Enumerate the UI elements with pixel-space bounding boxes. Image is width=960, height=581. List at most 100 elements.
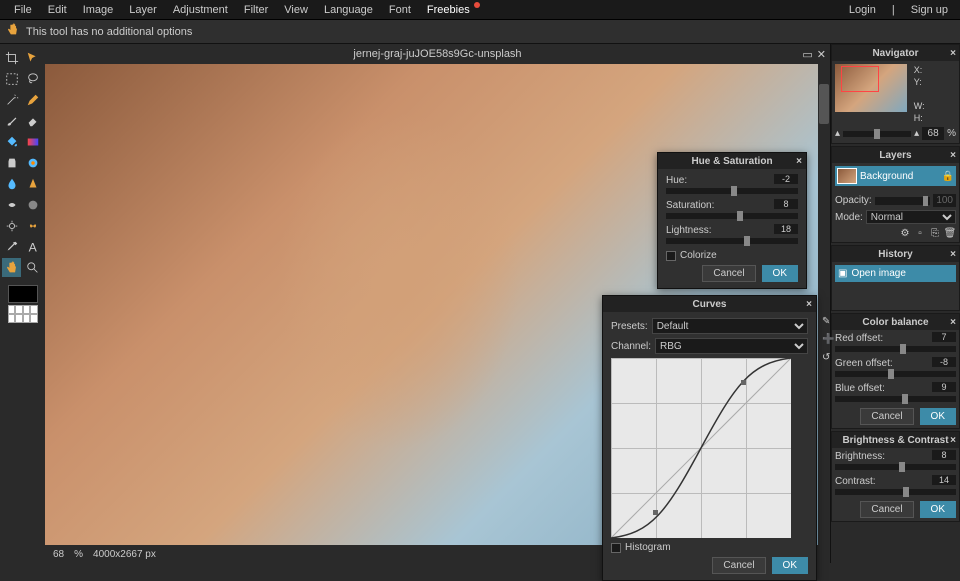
zoom-tool[interactable] xyxy=(23,258,42,277)
layer-name: Background xyxy=(860,171,913,182)
close-icon[interactable]: × xyxy=(950,435,956,446)
curve-add-icon[interactable]: ➕ xyxy=(822,334,834,346)
saturation-slider[interactable] xyxy=(666,213,798,219)
burn-tool[interactable] xyxy=(23,216,42,235)
zoom-slider[interactable] xyxy=(843,131,911,137)
svg-text:A: A xyxy=(28,240,37,254)
zoom-in-icon[interactable]: ▴ xyxy=(914,128,919,139)
contrast-value: 14 xyxy=(932,475,956,485)
signup-link[interactable]: Sign up xyxy=(905,1,954,19)
colorize-checkbox[interactable] xyxy=(666,251,676,261)
colorreplace-tool[interactable] xyxy=(23,153,42,172)
new-layer-icon[interactable]: ▫ xyxy=(914,227,926,239)
menu-file[interactable]: File xyxy=(6,1,40,19)
blend-mode-select[interactable]: Normal xyxy=(866,210,956,224)
red-slider[interactable] xyxy=(835,346,956,352)
ok-button[interactable]: OK xyxy=(772,557,808,574)
lightness-slider[interactable] xyxy=(666,238,798,244)
histogram-checkbox[interactable] xyxy=(611,543,621,553)
vertical-scrollbar[interactable] xyxy=(818,64,830,545)
brightness-contrast-title: Brightness & Contrast xyxy=(842,435,948,446)
brightness-value: 8 xyxy=(932,450,956,460)
hue-saturation-dialog: Hue & Saturation× Hue:-2 Saturation:8 Li… xyxy=(657,152,807,289)
settings-icon[interactable]: ⚙ xyxy=(899,227,911,239)
swatch-palette[interactable] xyxy=(8,305,38,323)
menu-image[interactable]: Image xyxy=(75,1,122,19)
menu-adjustment[interactable]: Adjustment xyxy=(165,1,236,19)
hue-slider[interactable] xyxy=(666,188,798,194)
canvas-titlebar: jernej-graj-juJOE58s9Gc-unsplash ▭ ✕ xyxy=(45,44,830,64)
channel-select[interactable]: RBG xyxy=(655,338,808,354)
green-slider[interactable] xyxy=(835,371,956,377)
text-tool[interactable]: A xyxy=(23,237,42,256)
trash-icon[interactable]: 🗑 xyxy=(944,227,956,239)
lasso-tool[interactable] xyxy=(23,69,42,88)
close-icon[interactable]: × xyxy=(950,249,956,260)
navigator-thumbnail[interactable] xyxy=(835,64,907,112)
marquee-tool[interactable] xyxy=(2,69,21,88)
curves-graph[interactable] xyxy=(611,358,791,538)
canvas-filename: jernej-graj-juJOE58s9Gc-unsplash xyxy=(353,48,521,60)
menu-edit[interactable]: Edit xyxy=(40,1,75,19)
cancel-button[interactable]: Cancel xyxy=(712,557,765,574)
eyedropper-tool[interactable] xyxy=(2,237,21,256)
hand-tool-icon xyxy=(6,23,20,40)
navigator-title: Navigator xyxy=(872,48,918,59)
smudge-tool[interactable] xyxy=(2,195,21,214)
history-item[interactable]: ▣ Open image xyxy=(835,265,956,282)
channel-label: Channel: xyxy=(611,341,651,352)
move-tool[interactable] xyxy=(23,48,42,67)
brush-tool[interactable] xyxy=(2,111,21,130)
zoom-out-icon[interactable]: ▴ xyxy=(835,128,840,139)
sharpen-tool[interactable] xyxy=(23,174,42,193)
login-link[interactable]: Login xyxy=(843,1,882,19)
cancel-button[interactable]: Cancel xyxy=(860,408,913,425)
ok-button[interactable]: OK xyxy=(920,501,956,518)
bucket-tool[interactable] xyxy=(2,132,21,151)
blue-slider[interactable] xyxy=(835,396,956,402)
clone-tool[interactable] xyxy=(2,153,21,172)
image-dimensions: 4000x2667 px xyxy=(93,549,156,560)
pencil-tool[interactable] xyxy=(23,90,42,109)
cancel-button[interactable]: Cancel xyxy=(702,265,755,282)
close-icon[interactable]: × xyxy=(950,150,956,161)
eraser-tool[interactable] xyxy=(23,111,42,130)
cancel-button[interactable]: Cancel xyxy=(860,501,913,518)
close-icon[interactable]: ✕ xyxy=(817,48,826,61)
close-icon[interactable]: × xyxy=(950,48,956,59)
divider: | xyxy=(886,1,901,19)
close-icon[interactable]: × xyxy=(796,156,802,167)
crop-tool[interactable] xyxy=(2,48,21,67)
opacity-slider[interactable] xyxy=(875,197,931,205)
wand-tool[interactable] xyxy=(2,90,21,109)
ok-button[interactable]: OK xyxy=(762,265,798,282)
close-icon[interactable]: × xyxy=(806,299,812,310)
foreground-color[interactable] xyxy=(8,285,38,303)
dodge-tool[interactable] xyxy=(2,216,21,235)
curve-reset-icon[interactable]: ↺ xyxy=(822,352,834,364)
minimize-icon[interactable]: ▭ xyxy=(802,48,812,61)
sponge-tool[interactable] xyxy=(23,195,42,214)
menu-language[interactable]: Language xyxy=(316,1,381,19)
blur-tool[interactable] xyxy=(2,174,21,193)
brightness-slider[interactable] xyxy=(835,464,956,470)
menu-font[interactable]: Font xyxy=(381,1,419,19)
contrast-slider[interactable] xyxy=(835,489,956,495)
menu-filter[interactable]: Filter xyxy=(236,1,276,19)
ok-button[interactable]: OK xyxy=(920,408,956,425)
gradient-tool[interactable] xyxy=(23,132,42,151)
hand-tool[interactable] xyxy=(2,258,21,277)
presets-select[interactable]: Default xyxy=(652,318,808,334)
duplicate-icon[interactable]: ⎘ xyxy=(929,227,941,239)
green-value: -8 xyxy=(932,357,956,367)
right-panels: Navigator× X:Y: W:H: ▴ ▴ 68 % Layers× xyxy=(830,44,960,563)
lock-icon[interactable]: 🔒 xyxy=(942,171,954,182)
curve-pen-icon[interactable]: ✎ xyxy=(822,316,834,328)
menu-view[interactable]: View xyxy=(276,1,316,19)
menu-freebies[interactable]: Freebies xyxy=(419,1,478,19)
close-icon[interactable]: × xyxy=(950,317,956,328)
options-bar: This tool has no additional options xyxy=(0,20,960,44)
layer-item[interactable]: Background 🔒 xyxy=(835,166,956,186)
menu-layer[interactable]: Layer xyxy=(121,1,165,19)
hue-saturation-title: Hue & Saturation xyxy=(691,156,772,167)
